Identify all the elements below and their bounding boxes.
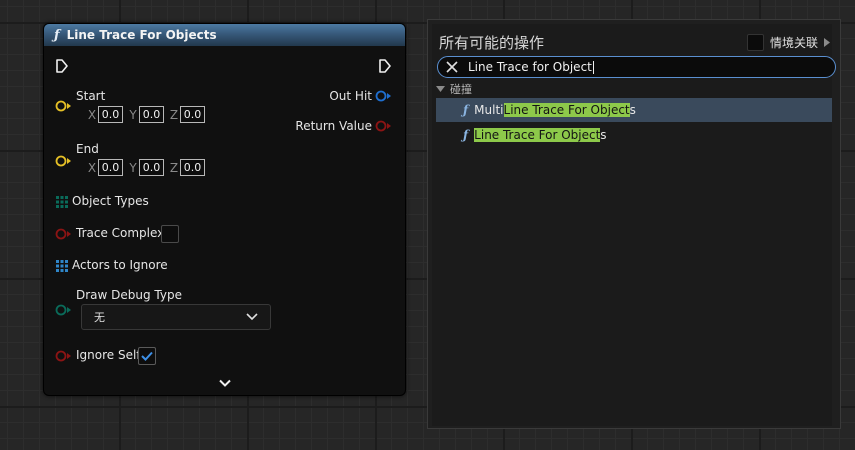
axis-y-label: Y <box>129 107 137 122</box>
draw-debug-type-dropdown[interactable]: 无 <box>81 304 271 330</box>
start-vector-pin-icon[interactable] <box>55 100 73 112</box>
function-icon: ƒ <box>54 27 60 43</box>
end-vector-input: X 0.0 Y 0.0 Z 0.0 <box>82 159 205 176</box>
object-types-array-pin-icon[interactable] <box>56 196 68 208</box>
exec-out-pin-icon[interactable] <box>378 58 392 74</box>
ignore-self-bool-pin-icon[interactable] <box>55 350 73 362</box>
axis-x-label: X <box>87 107 97 122</box>
object-types-label: Object Types <box>72 194 149 208</box>
trace-complex-bool-pin-icon[interactable] <box>55 228 73 240</box>
node-header[interactable]: ƒ Line Trace For Objects <box>44 24 405 46</box>
category-collision[interactable]: 碰撞 <box>436 81 472 97</box>
result-suffix: s <box>629 103 636 117</box>
chevron-down-icon <box>246 313 258 321</box>
axis-z-label: Z <box>169 160 179 175</box>
out-hit-struct-pin-icon[interactable] <box>375 90 393 102</box>
ignore-self-label: Ignore Self <box>76 348 141 362</box>
function-icon: ƒ <box>463 103 469 117</box>
clear-search-icon[interactable] <box>446 61 458 73</box>
return-value-label: Return Value <box>295 119 372 133</box>
draw-debug-type-value: 无 <box>94 311 105 324</box>
node-title: Line Trace For Objects <box>66 28 217 42</box>
result-item-line-trace[interactable]: ƒ Line Trace For Object s <box>436 123 832 147</box>
collapse-triangle-icon <box>436 86 445 92</box>
out-hit-label: Out Hit <box>329 89 372 103</box>
checkmark-icon <box>141 351 153 361</box>
action-menu-panel: 所有可能的操作 情境关联 Line Trace for Object 碰撞 ƒ … <box>432 24 836 426</box>
end-y-field[interactable]: 0.0 <box>139 159 164 176</box>
expand-advanced-chevron-icon[interactable] <box>219 379 231 388</box>
trace-complex-checkbox[interactable] <box>161 225 179 243</box>
action-menu-title: 所有可能的操作 <box>439 34 545 52</box>
actors-to-ignore-array-pin-icon[interactable] <box>56 260 68 272</box>
end-z-field[interactable]: 0.0 <box>180 159 205 176</box>
end-label: End <box>76 142 99 156</box>
start-vector-input: X 0.0 Y 0.0 Z 0.0 <box>82 106 205 123</box>
start-y-field[interactable]: 0.0 <box>139 106 164 123</box>
result-item-multi-line-trace[interactable]: ƒ Multi Line Trace For Object s <box>436 98 832 122</box>
start-z-field[interactable]: 0.0 <box>180 106 205 123</box>
result-prefix: Multi <box>474 103 504 117</box>
category-label: 碰撞 <box>450 83 472 96</box>
context-sensitive-toggle[interactable]: 情境关联 <box>746 34 830 51</box>
exec-in-pin-icon[interactable] <box>55 58 69 74</box>
action-menu: 所有可能的操作 情境关联 Line Trace for Object 碰撞 ƒ … <box>427 19 841 429</box>
search-text: Line Trace for Object <box>468 60 592 74</box>
start-x-field[interactable]: 0.0 <box>98 106 123 123</box>
trace-complex-label: Trace Complex <box>76 226 165 240</box>
draw-debug-type-enum-pin-icon[interactable] <box>55 304 73 316</box>
ignore-self-checkbox[interactable] <box>138 347 156 365</box>
result-match-highlight: Line Trace For Object <box>474 128 601 142</box>
return-value-bool-pin-icon[interactable] <box>375 120 393 132</box>
action-search-input[interactable]: Line Trace for Object <box>437 56 836 78</box>
result-match-highlight: Line Trace For Object <box>503 103 630 117</box>
context-sensitive-checkbox[interactable] <box>746 34 764 51</box>
line-trace-node[interactable]: ƒ Line Trace For Objects Start X 0.0 Y 0… <box>43 23 406 396</box>
axis-z-label: Z <box>169 107 179 122</box>
function-icon: ƒ <box>463 128 469 142</box>
axis-x-label: X <box>87 160 97 175</box>
end-x-field[interactable]: 0.0 <box>98 159 123 176</box>
actors-to-ignore-label: Actors to Ignore <box>72 258 168 272</box>
result-suffix: s <box>600 128 607 142</box>
context-sensitive-label: 情境关联 <box>769 36 818 50</box>
text-cursor <box>592 60 594 74</box>
start-label: Start <box>76 89 106 103</box>
chevron-right-icon <box>824 38 830 47</box>
draw-debug-type-label: Draw Debug Type <box>76 288 182 302</box>
axis-y-label: Y <box>129 160 137 175</box>
end-vector-pin-icon[interactable] <box>55 155 73 167</box>
